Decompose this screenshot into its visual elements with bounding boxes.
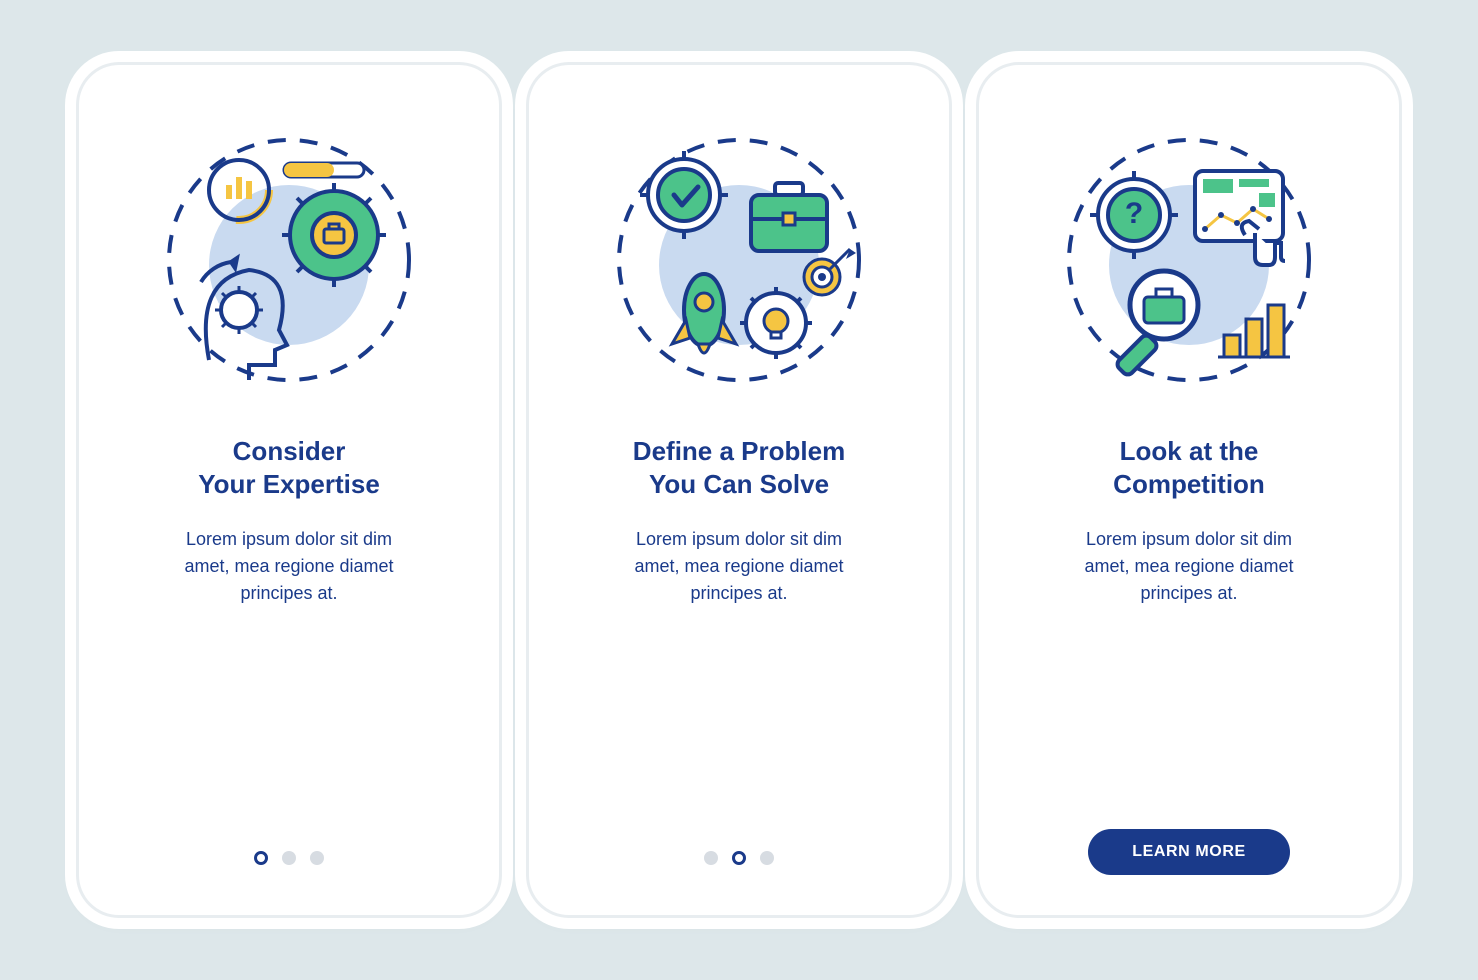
dot-1[interactable] bbox=[704, 851, 718, 865]
learn-more-button[interactable]: LEARN MORE bbox=[1088, 829, 1290, 875]
onboarding-screen-1: Consider Your Expertise Lorem ipsum dolo… bbox=[79, 65, 499, 915]
onboarding-screen-3: ? bbox=[979, 65, 1399, 915]
svg-text:?: ? bbox=[1125, 197, 1143, 230]
dot-3[interactable] bbox=[310, 851, 324, 865]
screen-title: Look at the Competition bbox=[1113, 435, 1265, 500]
screen-title: Consider Your Expertise bbox=[198, 435, 380, 500]
problem-solve-icon bbox=[594, 115, 884, 405]
pagination-dots bbox=[704, 851, 774, 865]
dot-3[interactable] bbox=[760, 851, 774, 865]
dot-2[interactable] bbox=[732, 851, 746, 865]
screen-body: Lorem ipsum dolor sit dim amet, mea regi… bbox=[618, 526, 859, 607]
onboarding-screen-2: Define a Problem You Can Solve Lorem ips… bbox=[529, 65, 949, 915]
expertise-icon bbox=[144, 115, 434, 405]
dot-1[interactable] bbox=[254, 851, 268, 865]
screen-body: Lorem ipsum dolor sit dim amet, mea regi… bbox=[1068, 526, 1309, 607]
competition-icon: ? bbox=[1044, 115, 1334, 405]
screen-title: Define a Problem You Can Solve bbox=[633, 435, 845, 500]
dot-2[interactable] bbox=[282, 851, 296, 865]
pagination-dots bbox=[254, 851, 324, 865]
screen-body: Lorem ipsum dolor sit dim amet, mea regi… bbox=[168, 526, 409, 607]
